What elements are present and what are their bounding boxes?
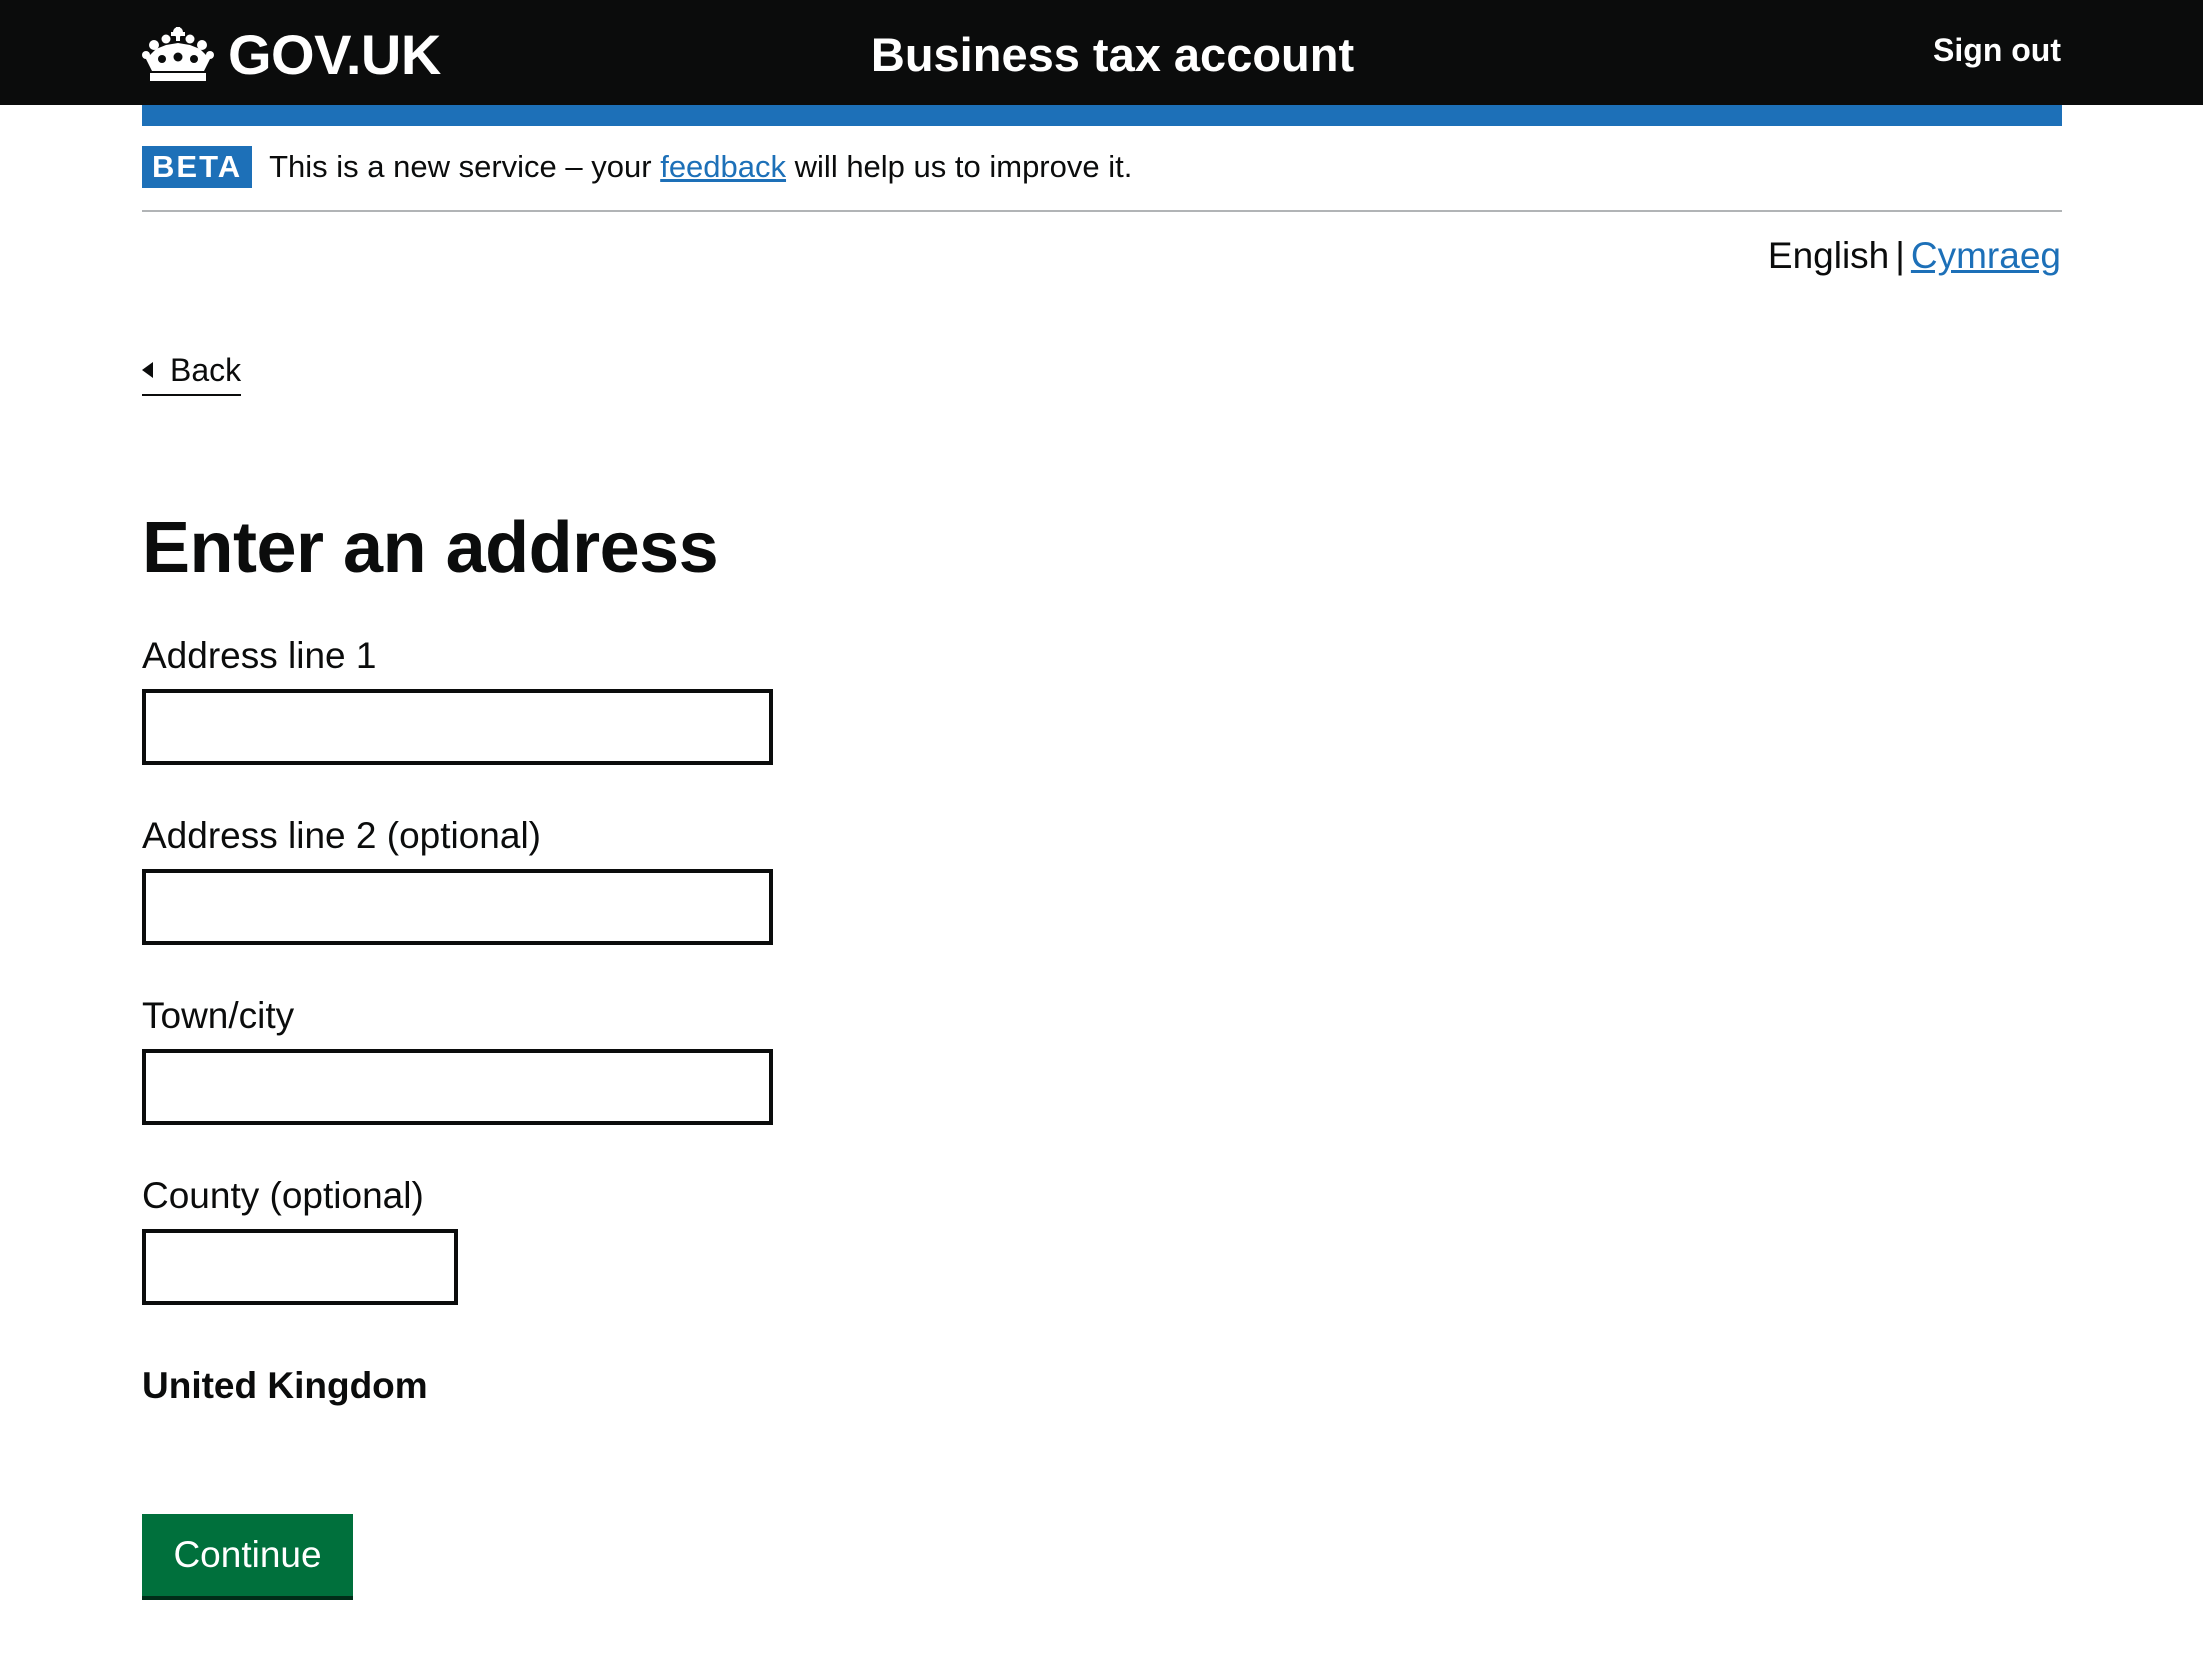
header-blue-bar bbox=[142, 105, 2062, 126]
address-line-1-label: Address line 1 bbox=[142, 635, 377, 676]
sign-out-link[interactable]: Sign out bbox=[1933, 26, 2061, 74]
beta-tag: BETA bbox=[142, 146, 253, 188]
back-link[interactable]: Back bbox=[142, 350, 242, 396]
service-name-link[interactable]: Business tax account bbox=[871, 27, 1354, 82]
site-header: GOV.UK Business tax account Sign out bbox=[0, 0, 2203, 105]
phase-text-before: This is a new service – your bbox=[269, 149, 652, 184]
govuk-logo-link[interactable]: GOV.UK bbox=[142, 20, 441, 88]
crown-icon bbox=[142, 27, 214, 81]
page-title: Enter an address bbox=[142, 508, 719, 588]
language-separator: | bbox=[1895, 235, 1905, 276]
address-line-2-label: Address line 2 (optional) bbox=[142, 815, 541, 856]
back-link-label: Back bbox=[170, 352, 242, 388]
language-current: English bbox=[1767, 235, 1890, 276]
continue-button[interactable]: Continue bbox=[142, 1514, 353, 1596]
address-line-1-input[interactable] bbox=[142, 689, 773, 765]
town-city-input[interactable] bbox=[142, 1049, 773, 1125]
language-cymraeg-link[interactable]: Cymraeg bbox=[1911, 235, 2061, 276]
feedback-link[interactable]: feedback bbox=[660, 149, 786, 184]
county-label: County (optional) bbox=[142, 1175, 424, 1216]
logo-text: GOV.UK bbox=[228, 22, 441, 86]
address-line-2-input[interactable] bbox=[142, 869, 773, 945]
language-toggle: English | Cymraeg bbox=[1768, 232, 2061, 280]
phase-banner-text: This is a new service – your feedback wi… bbox=[269, 146, 1132, 188]
country-value: United Kingdom bbox=[142, 1365, 428, 1406]
town-city-label: Town/city bbox=[142, 995, 295, 1036]
phase-text-after: will help us to improve it. bbox=[794, 149, 1133, 184]
phase-banner: BETA This is a new service – your feedba… bbox=[142, 146, 2062, 212]
back-chevron-icon bbox=[142, 362, 153, 378]
county-input[interactable] bbox=[142, 1229, 458, 1305]
